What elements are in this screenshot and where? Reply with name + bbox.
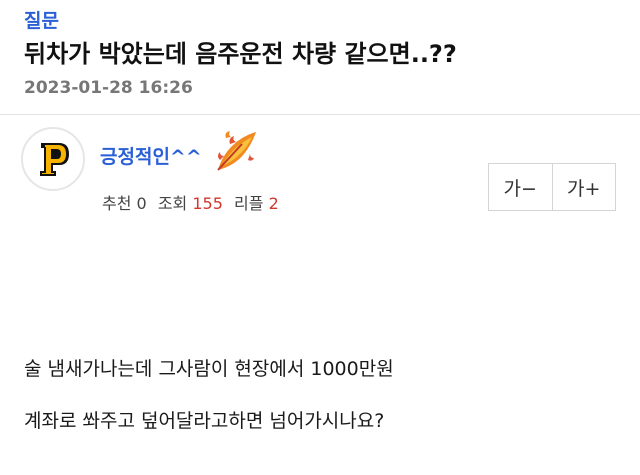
recommend-label: 추천 (102, 194, 132, 213)
font-increase-button[interactable]: 가+ (551, 164, 616, 210)
post-header: 질문 뒤차가 박았는데 음주운전 차량 같으면..?? 2023-01-28 1… (0, 0, 640, 100)
replies-label: 리플 (234, 194, 264, 213)
author-nickname[interactable]: 긍정적인^^ (100, 144, 202, 170)
author-info: 긍정적인^^ 추천 0 조회 155 리플 2 가− 가+ (0, 114, 640, 234)
pirates-p-logo-icon (40, 143, 69, 176)
body-line: 계좌로 쏴주고 덮어달라고하면 넘어가시나요? (24, 410, 385, 432)
recommend-count: 0 (136, 194, 147, 213)
avatar[interactable] (21, 127, 85, 191)
font-decrease-button[interactable]: 가− (489, 164, 552, 210)
font-size-controls: 가− 가+ (488, 163, 616, 211)
post-body: 술 냄새가나는데 그사람이 현장에서 1000만원 계좌로 쏴주고 덮어달라고하… (24, 356, 624, 434)
replies-count[interactable]: 2 (269, 194, 279, 213)
post-category[interactable]: 질문 (24, 8, 640, 34)
body-line: 술 냄새가나는데 그사람이 현장에서 1000만원 (24, 358, 394, 380)
views-label: 조회 (157, 194, 188, 213)
views-count: 155 (192, 194, 223, 213)
flaming-feather-icon (217, 131, 256, 171)
post-date: 2023-01-28 16:26 (24, 78, 193, 98)
post-title: 뒤차가 박았는데 음주운전 차량 같으면..?? (24, 40, 457, 68)
post-stats: 추천 0 조회 155 리플 2 (102, 193, 279, 215)
